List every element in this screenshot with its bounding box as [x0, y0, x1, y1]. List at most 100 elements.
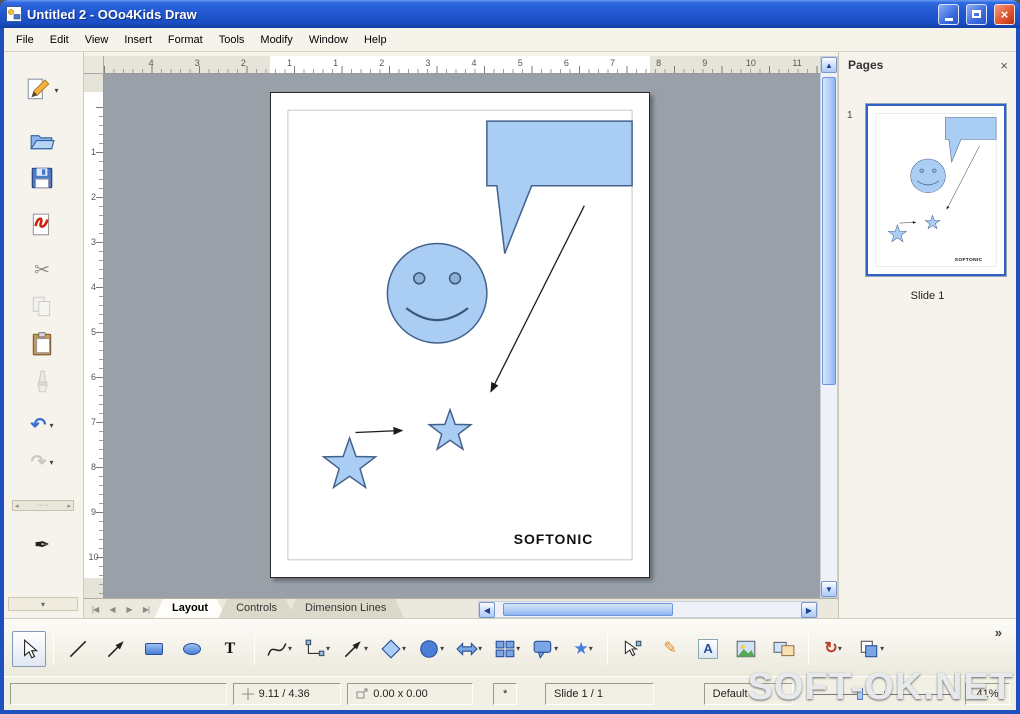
undo-button[interactable]: ↶ ▾	[12, 407, 72, 443]
dropdown-icon[interactable]: ▾	[49, 421, 53, 430]
new-drawing-button[interactable]: ▾	[12, 72, 72, 108]
callout-shape[interactable]	[486, 120, 633, 254]
dropdown-icon[interactable]: ▾	[326, 644, 330, 653]
tab-layout[interactable]: Layout	[154, 599, 226, 619]
maximize-button[interactable]	[966, 3, 987, 25]
horizontal-ruler[interactable]: 43 21 12 34 56 78 9 10 11	[104, 56, 820, 74]
tab-dimension-lines[interactable]: Dimension Lines	[287, 599, 404, 619]
select-tool-button[interactable]	[12, 630, 46, 667]
fontwork-button[interactable]: A	[691, 631, 725, 667]
menu-window[interactable]: Window	[301, 30, 356, 50]
small-arrow-shape[interactable]	[355, 426, 404, 435]
dropdown-icon[interactable]: ▾	[478, 644, 482, 653]
text-tool-button[interactable]: T	[213, 631, 247, 667]
dropdown-icon[interactable]: ▾	[54, 86, 58, 95]
zoom-slider-thumb[interactable]	[856, 687, 863, 700]
symbol-shapes-tool-button[interactable]: ▾	[414, 631, 448, 667]
dropdown-icon[interactable]: ▾	[880, 644, 884, 653]
tab-next-button[interactable]: ▶	[121, 601, 137, 617]
dropdown-icon[interactable]: ▾	[516, 644, 520, 653]
dropdown-icon[interactable]: ▾	[838, 644, 842, 653]
drawing-page[interactable]: SOFTONIC	[270, 92, 650, 578]
star-large-shape[interactable]	[321, 435, 378, 490]
dropdown-icon[interactable]: ▾	[554, 644, 558, 653]
gallery-button[interactable]	[767, 631, 801, 667]
zoom-level-field[interactable]: 41%	[964, 682, 1010, 705]
pages-panel-close-button[interactable]: ×	[1000, 59, 1008, 72]
block-arrows-tool-button[interactable]: ▾	[452, 631, 486, 667]
save-button[interactable]	[12, 160, 72, 196]
vertical-scroll-thumb[interactable]	[822, 77, 836, 385]
toolbar-overflow-strip[interactable]: ▾	[8, 597, 78, 611]
line-tool-button[interactable]	[61, 631, 95, 667]
flowchart-tool-button[interactable]: ▾	[490, 631, 524, 667]
connector-tool-button[interactable]: ▾	[300, 631, 334, 667]
format-paintbrush-button	[12, 364, 72, 400]
menu-edit[interactable]: Edit	[42, 30, 77, 50]
tab-controls[interactable]: Controls	[218, 599, 295, 619]
dropdown-icon[interactable]: ▾	[440, 644, 444, 653]
rotate-icon: ↻	[824, 639, 838, 657]
splitter-right-icon[interactable]: ▸	[67, 502, 71, 510]
curve-tool-button[interactable]: ▾	[262, 631, 296, 667]
points-button[interactable]	[615, 631, 649, 667]
rotate-button[interactable]: ↻ ▾	[816, 631, 850, 667]
toolbar-overflow-button[interactable]: »	[995, 621, 1010, 640]
splitter-left-icon[interactable]: ◂	[15, 502, 19, 510]
arrow-tool-button[interactable]	[99, 631, 133, 667]
rectangle-tool-button[interactable]	[137, 631, 171, 667]
smiley-face-shape[interactable]	[386, 242, 488, 344]
menu-file[interactable]: File	[8, 30, 42, 50]
open-button[interactable]	[12, 122, 72, 158]
drawing-canvas[interactable]: SOFTONIC	[104, 74, 820, 598]
lines-arrows-tool-button[interactable]: ▾	[338, 631, 372, 667]
zoom-slider[interactable]	[808, 686, 959, 702]
gallery-icon	[773, 641, 795, 656]
toolbar-splitter[interactable]: ◂ ····· ▸	[12, 500, 74, 511]
toolbar-separator	[53, 632, 54, 665]
scroll-left-button[interactable]: ◀	[479, 602, 495, 618]
callouts-tool-button[interactable]: ▾	[528, 631, 562, 667]
star-small-shape[interactable]	[427, 407, 474, 452]
dropdown-icon[interactable]: ▾	[288, 644, 292, 653]
paste-button[interactable]	[12, 326, 72, 362]
dropdown-icon[interactable]: ▾	[402, 644, 406, 653]
basic-shapes-tool-button[interactable]: ▾	[376, 631, 410, 667]
arrange-icon	[860, 640, 878, 657]
export-pdf-button[interactable]	[12, 207, 72, 243]
scroll-right-button[interactable]: ▶	[801, 602, 817, 618]
scroll-down-button[interactable]: ▼	[821, 581, 837, 597]
scroll-up-button[interactable]: ▲	[821, 57, 837, 73]
dropdown-icon[interactable]: ▾	[49, 458, 53, 467]
tab-last-button[interactable]: ▶|	[138, 601, 154, 617]
vertical-ruler[interactable]: 12 34 56 78 9 10	[84, 74, 104, 598]
slide-thumbnail[interactable]	[865, 103, 1007, 277]
page-style-field[interactable]: Default	[703, 682, 793, 705]
horizontal-scrollbar[interactable]: ◀ ▶	[478, 601, 818, 618]
titlebar: Untitled 2 - OOo4Kids Draw ×	[0, 0, 1020, 28]
dropdown-icon[interactable]: ▾	[364, 644, 368, 653]
arrange-button[interactable]: ▾	[854, 631, 888, 667]
dropdown-icon[interactable]: ▾	[589, 644, 593, 653]
tab-prev-button[interactable]: ◀	[104, 601, 120, 617]
menu-view[interactable]: View	[77, 30, 117, 50]
close-icon: ×	[1000, 6, 1009, 22]
save-floppy-icon	[31, 167, 53, 189]
gluepoints-button[interactable]: ✎	[653, 631, 687, 667]
menu-insert[interactable]: Insert	[116, 30, 160, 50]
pen-button[interactable]: ✒	[12, 527, 72, 563]
ellipse-tool-button[interactable]	[175, 631, 209, 667]
menu-modify[interactable]: Modify	[252, 30, 300, 50]
minimize-button[interactable]	[938, 3, 959, 25]
close-button[interactable]: ×	[994, 3, 1015, 25]
from-file-button[interactable]	[729, 631, 763, 667]
stars-tool-button[interactable]: ★ ▾	[566, 631, 600, 667]
menu-format[interactable]: Format	[160, 30, 211, 50]
vertical-scrollbar[interactable]: ▲ ▼	[820, 56, 838, 598]
horizontal-scroll-thumb[interactable]	[503, 603, 673, 616]
softonic-text[interactable]: SOFTONIC	[514, 531, 594, 547]
menu-help[interactable]: Help	[356, 30, 395, 50]
menu-tools[interactable]: Tools	[211, 30, 253, 50]
slide-indicator-field[interactable]: Slide 1 / 1	[545, 682, 654, 705]
tab-first-button[interactable]: |◀	[87, 601, 103, 617]
